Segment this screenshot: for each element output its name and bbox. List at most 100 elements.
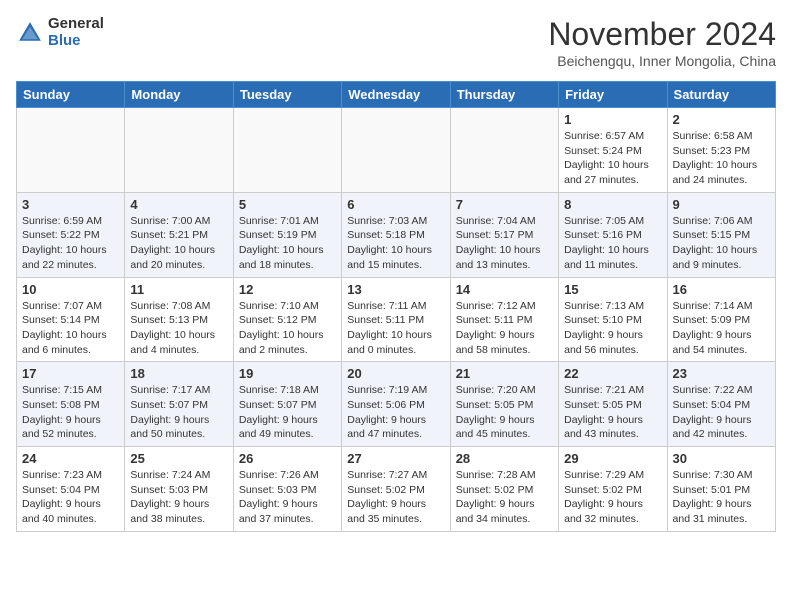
day-info: Sunrise: 7:15 AM Sunset: 5:08 PM Dayligh…: [22, 383, 119, 442]
day-number: 20: [347, 366, 444, 381]
calendar-day: 13 Sunrise: 7:11 AM Sunset: 5:11 PM Dayli…: [342, 277, 450, 362]
day-info: Sunrise: 7:19 AM Sunset: 5:06 PM Dayligh…: [347, 383, 444, 442]
day-info: Sunrise: 7:14 AM Sunset: 5:09 PM Dayligh…: [673, 299, 770, 358]
day-info: Sunrise: 7:27 AM Sunset: 5:02 PM Dayligh…: [347, 468, 444, 527]
day-info: Sunrise: 7:29 AM Sunset: 5:02 PM Dayligh…: [564, 468, 661, 527]
day-number: 30: [673, 451, 770, 466]
day-number: 15: [564, 282, 661, 297]
logo-blue-text: Blue: [48, 33, 104, 50]
day-number: 6: [347, 197, 444, 212]
calendar-day: 4 Sunrise: 7:00 AM Sunset: 5:21 PM Daylig…: [125, 192, 233, 277]
calendar-day: 15 Sunrise: 7:13 AM Sunset: 5:10 PM Dayli…: [559, 277, 667, 362]
calendar-day: 1 Sunrise: 6:57 AM Sunset: 5:24 PM Daylig…: [559, 108, 667, 193]
day-number: 25: [130, 451, 227, 466]
month-title: November 2024: [548, 16, 776, 53]
calendar-day: [17, 108, 125, 193]
day-number: 12: [239, 282, 336, 297]
calendar-day: 17 Sunrise: 7:15 AM Sunset: 5:08 PM Dayli…: [17, 362, 125, 447]
calendar-day: 18Sunrise: 7:17 AM Sunset: 5:07 PM Dayli…: [125, 362, 233, 447]
calendar-week-row: 10 Sunrise: 7:07 AM Sunset: 5:14 PM Dayli…: [17, 277, 776, 362]
calendar-day: 20 Sunrise: 7:19 AM Sunset: 5:06 PM Dayli…: [342, 362, 450, 447]
day-info: Sunrise: 7:00 AM Sunset: 5:21 PM Dayligh…: [130, 214, 227, 273]
day-number: 13: [347, 282, 444, 297]
day-number: 11: [130, 282, 227, 297]
day-info: Sunrise: 6:59 AM Sunset: 5:22 PM Dayligh…: [22, 214, 119, 273]
day-number: 1: [564, 112, 661, 127]
calendar-day: [233, 108, 341, 193]
day-number: 17: [22, 366, 119, 381]
calendar-day: 3 Sunrise: 6:59 AM Sunset: 5:22 PM Daylig…: [17, 192, 125, 277]
day-info: Sunrise: 6:57 AM Sunset: 5:24 PM Dayligh…: [564, 129, 661, 188]
day-info: Sunrise: 7:18 AM Sunset: 5:07 PM Dayligh…: [239, 383, 336, 442]
calendar-day: 16 Sunrise: 7:14 AM Sunset: 5:09 PM Dayli…: [667, 277, 775, 362]
day-number: 22: [564, 366, 661, 381]
calendar-day: [342, 108, 450, 193]
weekday-header: Monday: [125, 82, 233, 108]
calendar-day: 12 Sunrise: 7:10 AM Sunset: 5:12 PM Dayli…: [233, 277, 341, 362]
calendar-day: 2Sunrise: 6:58 AM Sunset: 5:23 PM Daylig…: [667, 108, 775, 193]
day-info: Sunrise: 7:04 AM Sunset: 5:17 PM Dayligh…: [456, 214, 553, 273]
day-info: Sunrise: 7:13 AM Sunset: 5:10 PM Dayligh…: [564, 299, 661, 358]
calendar-day: 19 Sunrise: 7:18 AM Sunset: 5:07 PM Dayli…: [233, 362, 341, 447]
weekday-header: Tuesday: [233, 82, 341, 108]
page-header: General Blue November 2024 Beichengqu, I…: [16, 16, 776, 69]
calendar-day: 9 Sunrise: 7:06 AM Sunset: 5:15 PM Daylig…: [667, 192, 775, 277]
calendar-day: 26Sunrise: 7:26 AM Sunset: 5:03 PM Dayli…: [233, 447, 341, 532]
day-info: Sunrise: 7:10 AM Sunset: 5:12 PM Dayligh…: [239, 299, 336, 358]
calendar-day: 7Sunrise: 7:04 AM Sunset: 5:17 PM Daylig…: [450, 192, 558, 277]
calendar-day: 21 Sunrise: 7:20 AM Sunset: 5:05 PM Dayli…: [450, 362, 558, 447]
calendar-day: 25 Sunrise: 7:24 AM Sunset: 5:03 PM Dayli…: [125, 447, 233, 532]
calendar-day: 28Sunrise: 7:28 AM Sunset: 5:02 PM Dayli…: [450, 447, 558, 532]
day-number: 9: [673, 197, 770, 212]
day-number: 26: [239, 451, 336, 466]
day-number: 5: [239, 197, 336, 212]
calendar-day: 23 Sunrise: 7:22 AM Sunset: 5:04 PM Dayli…: [667, 362, 775, 447]
calendar-week-row: 17 Sunrise: 7:15 AM Sunset: 5:08 PM Dayli…: [17, 362, 776, 447]
day-info: Sunrise: 7:01 AM Sunset: 5:19 PM Dayligh…: [239, 214, 336, 273]
title-block: November 2024 Beichengqu, Inner Mongolia…: [548, 16, 776, 69]
day-info: Sunrise: 7:08 AM Sunset: 5:13 PM Dayligh…: [130, 299, 227, 358]
day-number: 4: [130, 197, 227, 212]
calendar-day: 22 Sunrise: 7:21 AM Sunset: 5:05 PM Dayli…: [559, 362, 667, 447]
day-number: 8: [564, 197, 661, 212]
calendar-day: 29 Sunrise: 7:29 AM Sunset: 5:02 PM Dayli…: [559, 447, 667, 532]
weekday-header: Thursday: [450, 82, 558, 108]
weekday-header-row: SundayMondayTuesdayWednesdayThursdayFrid…: [17, 82, 776, 108]
day-number: 14: [456, 282, 553, 297]
day-info: Sunrise: 7:21 AM Sunset: 5:05 PM Dayligh…: [564, 383, 661, 442]
day-number: 21: [456, 366, 553, 381]
day-number: 28: [456, 451, 553, 466]
day-number: 23: [673, 366, 770, 381]
calendar-day: 14 Sunrise: 7:12 AM Sunset: 5:11 PM Dayli…: [450, 277, 558, 362]
day-number: 19: [239, 366, 336, 381]
day-info: Sunrise: 7:20 AM Sunset: 5:05 PM Dayligh…: [456, 383, 553, 442]
day-info: Sunrise: 7:07 AM Sunset: 5:14 PM Dayligh…: [22, 299, 119, 358]
day-number: 16: [673, 282, 770, 297]
day-info: Sunrise: 7:06 AM Sunset: 5:15 PM Dayligh…: [673, 214, 770, 273]
logo-icon: [16, 19, 44, 47]
calendar-day: 27Sunrise: 7:27 AM Sunset: 5:02 PM Dayli…: [342, 447, 450, 532]
calendar-day: 5 Sunrise: 7:01 AM Sunset: 5:19 PM Daylig…: [233, 192, 341, 277]
day-number: 10: [22, 282, 119, 297]
day-number: 3: [22, 197, 119, 212]
calendar-day: 6Sunrise: 7:03 AM Sunset: 5:18 PM Daylig…: [342, 192, 450, 277]
weekday-header: Saturday: [667, 82, 775, 108]
day-info: Sunrise: 7:11 AM Sunset: 5:11 PM Dayligh…: [347, 299, 444, 358]
day-info: Sunrise: 7:22 AM Sunset: 5:04 PM Dayligh…: [673, 383, 770, 442]
calendar-week-row: 1 Sunrise: 6:57 AM Sunset: 5:24 PM Daylig…: [17, 108, 776, 193]
calendar-day: [450, 108, 558, 193]
day-number: 29: [564, 451, 661, 466]
day-info: Sunrise: 7:23 AM Sunset: 5:04 PM Dayligh…: [22, 468, 119, 527]
calendar-day: 11 Sunrise: 7:08 AM Sunset: 5:13 PM Dayli…: [125, 277, 233, 362]
calendar-day: 30Sunrise: 7:30 AM Sunset: 5:01 PM Dayli…: [667, 447, 775, 532]
day-info: Sunrise: 7:12 AM Sunset: 5:11 PM Dayligh…: [456, 299, 553, 358]
day-info: Sunrise: 6:58 AM Sunset: 5:23 PM Dayligh…: [673, 129, 770, 188]
calendar-day: 10 Sunrise: 7:07 AM Sunset: 5:14 PM Dayli…: [17, 277, 125, 362]
logo: General Blue: [16, 16, 104, 49]
day-number: 24: [22, 451, 119, 466]
calendar-day: [125, 108, 233, 193]
calendar-day: 24 Sunrise: 7:23 AM Sunset: 5:04 PM Dayli…: [17, 447, 125, 532]
day-info: Sunrise: 7:24 AM Sunset: 5:03 PM Dayligh…: [130, 468, 227, 527]
calendar-table: SundayMondayTuesdayWednesdayThursdayFrid…: [16, 81, 776, 532]
calendar-day: 8Sunrise: 7:05 AM Sunset: 5:16 PM Daylig…: [559, 192, 667, 277]
